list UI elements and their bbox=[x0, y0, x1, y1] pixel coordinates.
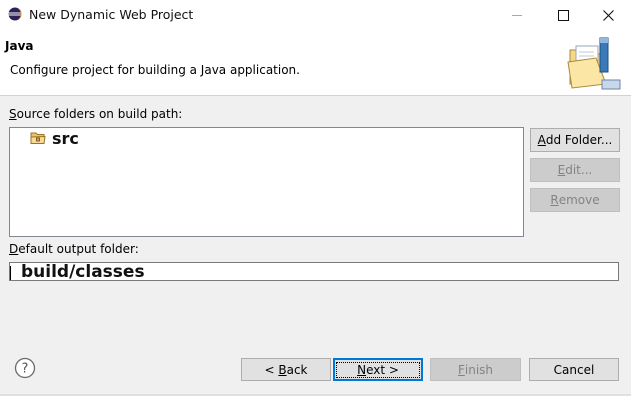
page-description: Configure project for building a Java ap… bbox=[10, 63, 300, 77]
next-button[interactable]: Next > bbox=[333, 358, 423, 381]
source-folders-label: Source folders on build path: bbox=[9, 107, 183, 121]
cancel-button[interactable]: Cancel bbox=[529, 358, 619, 381]
output-folder-field[interactable]: build/classes bbox=[9, 262, 619, 281]
page-title: Java bbox=[5, 39, 34, 53]
maximize-icon bbox=[557, 9, 569, 21]
help-icon[interactable]: ? bbox=[14, 357, 36, 379]
finish-button[interactable]: Finish bbox=[430, 358, 521, 381]
edit-button[interactable]: Edit... bbox=[530, 158, 620, 182]
wizard-header: Java Configure project for building a Ja… bbox=[0, 30, 631, 96]
title-bar[interactable]: New Dynamic Web Project bbox=[0, 0, 631, 30]
src-folder-label: src bbox=[52, 128, 79, 148]
svg-text:?: ? bbox=[22, 362, 29, 377]
minimize-icon bbox=[512, 15, 522, 16]
list-item[interactable]: src bbox=[30, 128, 79, 148]
folder-wizard-icon bbox=[567, 37, 621, 90]
eclipse-icon bbox=[8, 7, 22, 21]
close-button[interactable] bbox=[585, 0, 631, 30]
minimize-button[interactable] bbox=[494, 0, 540, 30]
add-folder-button[interactable]: Add Folder... bbox=[530, 128, 620, 152]
text-caret bbox=[10, 266, 11, 280]
back-button[interactable]: < Back bbox=[241, 358, 331, 381]
source-folders-list[interactable]: src bbox=[9, 127, 524, 237]
wizard-window: New Dynamic Web Project Java Configure p… bbox=[0, 0, 631, 396]
package-folder-icon bbox=[30, 132, 46, 144]
close-icon bbox=[602, 9, 614, 21]
remove-button[interactable]: Remove bbox=[530, 188, 620, 212]
output-folder-label: Default output folder: bbox=[9, 242, 139, 256]
window-title: New Dynamic Web Project bbox=[29, 7, 194, 22]
maximize-button[interactable] bbox=[540, 0, 586, 30]
output-folder-value: build/classes bbox=[21, 262, 145, 281]
